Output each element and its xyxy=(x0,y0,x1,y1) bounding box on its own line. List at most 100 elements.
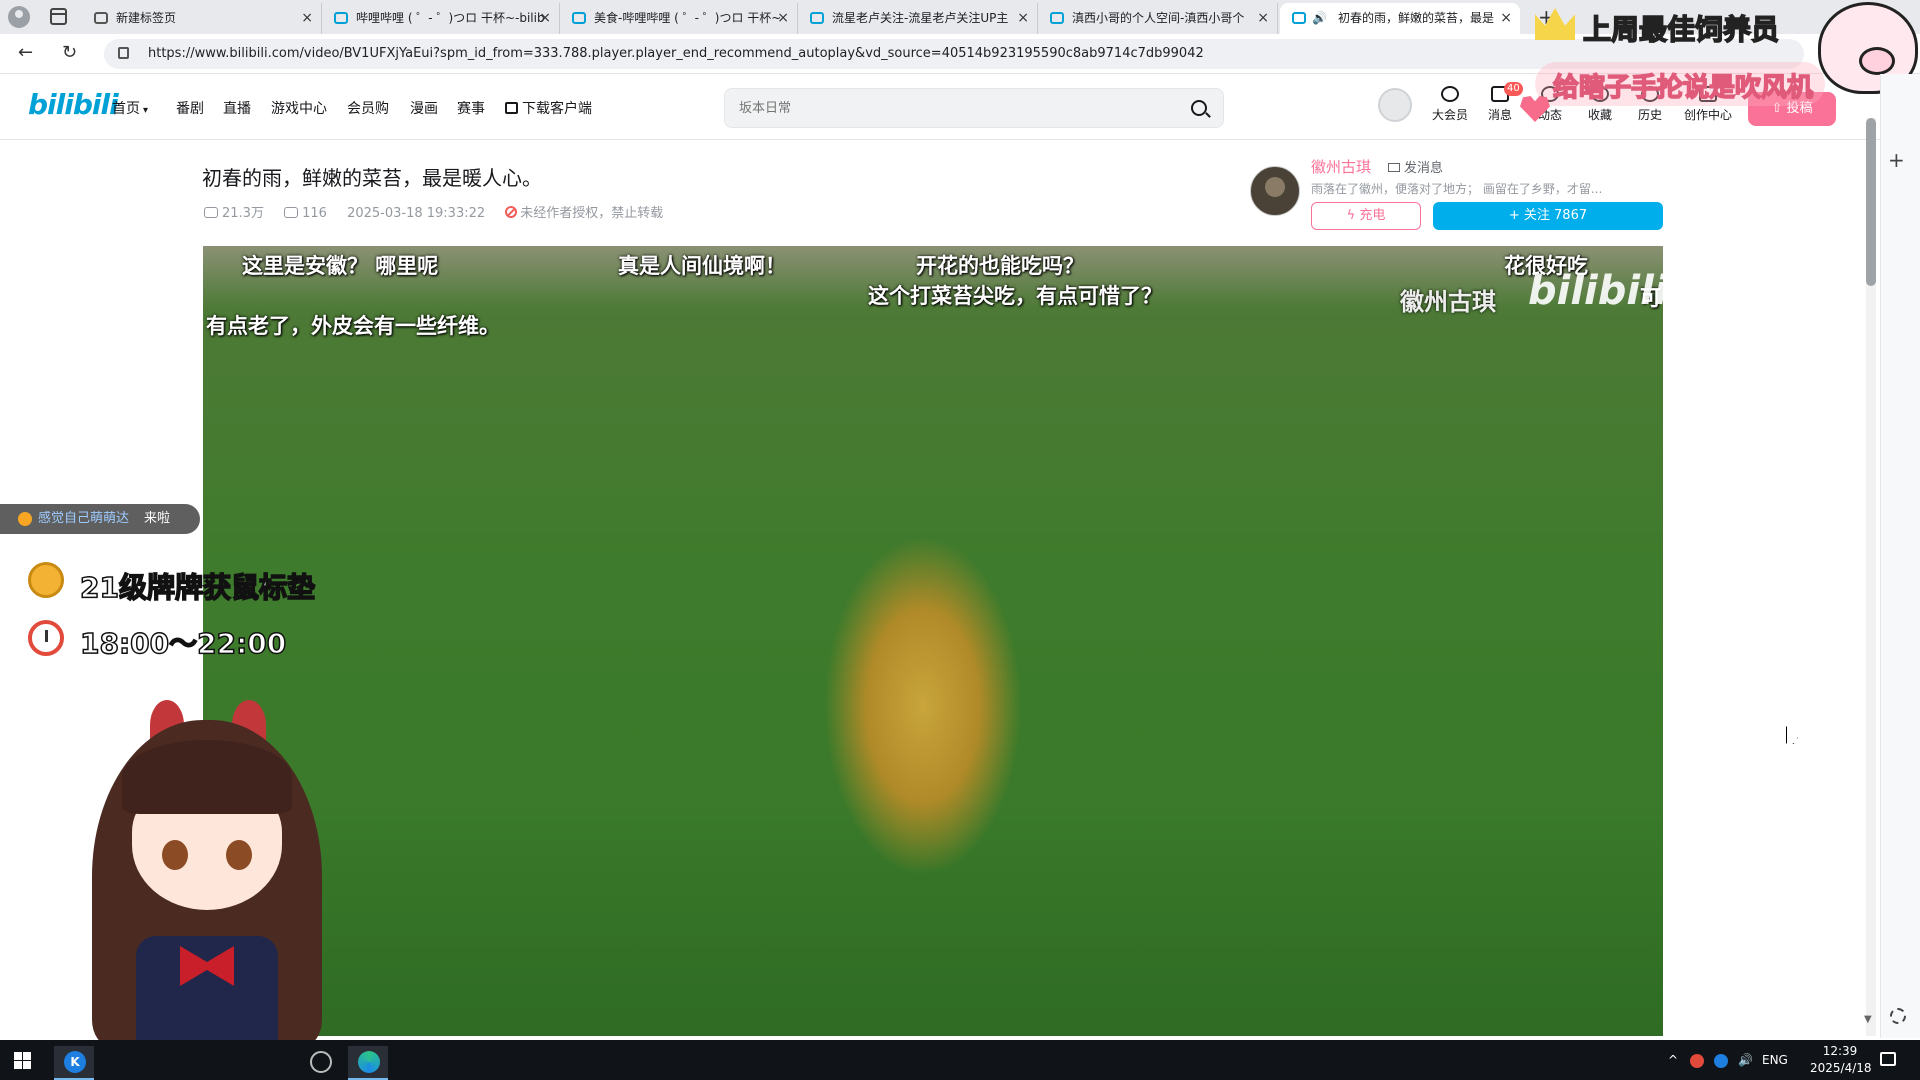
browser-sidebar xyxy=(1880,74,1920,1038)
nav-home[interactable]: 首页 ▾ xyxy=(112,98,148,118)
fan-badge-icon xyxy=(18,512,32,526)
tab-current-video[interactable]: 🔊 初春的雨，鲜嫩的菜苔，最是 × xyxy=(1280,3,1520,34)
subtitle-1: 这里是安徽？ 哪里呢 xyxy=(242,254,439,278)
taskbar-app-obs[interactable] xyxy=(300,1046,340,1080)
scroll-down-icon[interactable]: ▼ xyxy=(1864,1014,1872,1025)
video-player[interactable] xyxy=(203,246,1663,1036)
message-count-badge: 40 xyxy=(1504,82,1523,96)
input-language[interactable]: ENG xyxy=(1762,1040,1788,1080)
close-tab-icon[interactable]: × xyxy=(1257,3,1269,34)
header-item-label: 大会员 xyxy=(1431,108,1468,122)
header-messages[interactable]: 40 消息 xyxy=(1476,82,1524,123)
nav-mall[interactable]: 会员购 xyxy=(347,98,389,118)
tab-actions-icon[interactable] xyxy=(50,8,67,25)
mail-icon xyxy=(1388,163,1400,172)
nav-label: 首页 xyxy=(112,101,140,117)
nav-game-center[interactable]: 游戏中心 xyxy=(271,98,327,118)
taskbar-app-edge[interactable] xyxy=(348,1046,388,1080)
volume-icon[interactable]: 🔊 xyxy=(1738,1040,1753,1080)
close-tab-icon[interactable]: × xyxy=(777,3,789,34)
avatar-eye xyxy=(226,840,252,870)
reload-button[interactable]: ↻ xyxy=(62,42,77,63)
tab-label: 哔哩哔哩 ( ゜- ゜)つロ 干杯~-bilib xyxy=(356,11,545,25)
user-avatar[interactable] xyxy=(1378,88,1412,122)
video-watermark-logo: bilibili xyxy=(1528,268,1668,314)
obs-icon xyxy=(310,1051,332,1073)
header-item-label: 消息 xyxy=(1487,108,1512,122)
close-tab-icon[interactable]: × xyxy=(539,3,551,34)
close-tab-icon[interactable]: × xyxy=(1500,3,1512,34)
viewer-greeting: 感觉自己萌萌达 来啦 xyxy=(0,504,200,534)
tab-dianxi[interactable]: 滇西小哥的个人空间-滇西小哥个 × xyxy=(1038,3,1278,34)
subtitle-6: 有点老了，外皮会有一些纤维。 xyxy=(206,314,500,338)
tab-new-tab[interactable]: 新建标签页 × xyxy=(82,3,322,34)
danmaku-icon xyxy=(284,207,299,218)
subtitle-4: 这个打菜苔尖吃，有点可惜了？ xyxy=(868,284,1162,308)
sidebar-add-icon[interactable]: + xyxy=(1888,148,1905,172)
avatar-bangs xyxy=(122,740,292,814)
overlay-banner-text: 上周最佳饲养员 xyxy=(1582,12,1780,47)
nav-anime[interactable]: 番剧 xyxy=(176,98,204,118)
charge-button[interactable]: ϟ 充电 xyxy=(1311,202,1421,230)
publish-date: 2025-03-18 19:33:22 xyxy=(347,206,486,221)
system-clock[interactable]: 12:39 2025/4/18 xyxy=(1810,1043,1872,1077)
mouse-cursor xyxy=(1786,726,1798,744)
nav-manga[interactable]: 漫画 xyxy=(410,98,438,118)
overlay-marquee: 给瞎子手抡说是吹风机 xyxy=(1535,62,1825,106)
play-count-icon xyxy=(204,207,218,218)
up-description: 雨落在了徽州，便落对了地方； 画留在了乡野，才留... xyxy=(1311,182,1603,196)
avatar-eye xyxy=(162,840,188,870)
greeting-text: 来啦 xyxy=(144,511,171,526)
chevron-down-icon: ▾ xyxy=(143,105,149,116)
profile-icon[interactable] xyxy=(8,6,30,28)
tray-expand-icon[interactable]: ^ xyxy=(1668,1040,1678,1080)
tab-label: 滇西小哥的个人空间-滇西小哥个 xyxy=(1072,11,1245,25)
tab-bilibili-food[interactable]: 美食-哔哩哔哩 ( ゜- ゜)つロ 干杯~ × xyxy=(560,3,798,34)
nav-esports[interactable]: 赛事 xyxy=(457,98,485,118)
close-tab-icon[interactable]: × xyxy=(301,3,313,34)
medal-icon xyxy=(28,562,64,598)
vip-icon xyxy=(1441,86,1459,102)
k-app-icon: K xyxy=(64,1051,86,1073)
follow-button[interactable]: + 关注 7867 xyxy=(1433,202,1663,230)
search-icon[interactable] xyxy=(1191,100,1207,116)
tab-liuxing[interactable]: 流星老卢关注-流星老卢关注UP主 × xyxy=(798,3,1038,34)
scrollbar-thumb[interactable] xyxy=(1866,118,1876,286)
windows-start-icon[interactable] xyxy=(14,1052,31,1069)
up-avatar[interactable] xyxy=(1250,166,1300,216)
tab-label: 流星老卢关注-流星老卢关注UP主 xyxy=(832,11,1009,25)
subtitle-3: 开花的也能吃吗？ xyxy=(916,254,1084,278)
header-vip[interactable]: 大会员 xyxy=(1426,86,1474,123)
notification-icon[interactable] xyxy=(1880,1052,1896,1066)
overlay-prize-text: 21级牌牌获鼠标垫 xyxy=(79,570,315,605)
clock-time: 12:39 xyxy=(1822,1044,1858,1058)
copyright-notice: 未经作者授权，禁止转载 xyxy=(520,206,664,221)
overlay-stream-time: 18:00～22:00 xyxy=(79,626,287,661)
tab-bilibili-home[interactable]: 哔哩哔哩 ( ゜- ゜)つロ 干杯~-bilib × xyxy=(322,3,560,34)
bilibili-logo[interactable]: bilibili xyxy=(28,88,119,121)
header-item-label: 收藏 xyxy=(1587,108,1612,122)
overlay-best-keeper-banner: 上周最佳饲养员 xyxy=(1535,4,1825,47)
send-message-label: 发消息 xyxy=(1404,161,1444,176)
speaker-icon[interactable]: 🔊 xyxy=(1312,3,1327,34)
close-tab-icon[interactable]: × xyxy=(1017,3,1029,34)
search-input[interactable] xyxy=(739,89,1159,127)
up-name[interactable]: 徽州古琪 xyxy=(1311,156,1371,177)
nav-live[interactable]: 直播 xyxy=(223,98,251,118)
send-message-link[interactable]: 发消息 xyxy=(1388,157,1443,176)
tray-k-icon[interactable] xyxy=(1714,1054,1728,1068)
gear-icon[interactable] xyxy=(1890,1008,1906,1024)
alarm-clock-icon xyxy=(28,620,64,656)
lightning-icon: ϟ xyxy=(1346,208,1360,223)
video-meta: 21.3万 116 2025-03-18 19:33:22 未经作者授权，禁止转… xyxy=(204,202,663,221)
greeting-user: 感觉自己萌萌达 xyxy=(38,511,130,526)
lock-icon[interactable] xyxy=(118,47,129,59)
back-button[interactable]: ← xyxy=(18,42,33,63)
nav-download-client[interactable]: 下载客户端 xyxy=(505,98,592,118)
tray-app-icon[interactable] xyxy=(1690,1054,1704,1068)
header-item-label: 历史 xyxy=(1637,108,1662,122)
taskbar-app-k[interactable]: K xyxy=(54,1046,94,1080)
edge-browser-icon xyxy=(358,1051,380,1073)
tab-label: 初春的雨，鲜嫩的菜苔，最是 xyxy=(1338,11,1495,25)
danmaku-count: 116 xyxy=(302,206,327,221)
